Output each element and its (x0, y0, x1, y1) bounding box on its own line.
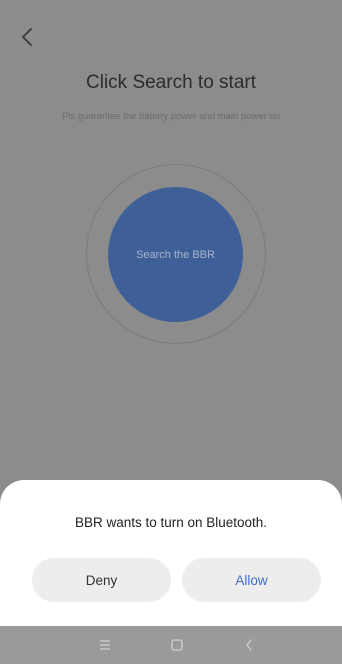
search-button-label: Search the BBR (136, 248, 215, 261)
system-nav-bar (0, 626, 342, 664)
allow-button[interactable]: Allow (182, 558, 321, 602)
back-icon[interactable] (240, 636, 258, 654)
bluetooth-permission-dialog: BBR wants to turn on Bluetooth. Deny All… (0, 480, 342, 626)
dialog-message: BBR wants to turn on Bluetooth. (74, 515, 268, 530)
home-icon[interactable] (168, 636, 186, 654)
deny-button[interactable]: Deny (32, 558, 171, 602)
app-screen: Click Search to start Pls guarantee the … (0, 0, 342, 664)
recents-icon[interactable] (96, 636, 114, 654)
back-button[interactable] (16, 26, 38, 52)
page-title: Click Search to start (86, 72, 256, 93)
page-subtitle: Pls guarantee the battery power and main… (61, 111, 281, 122)
chevron-left-icon (21, 27, 33, 51)
search-bbr-button[interactable]: Search the BBR (108, 187, 243, 322)
